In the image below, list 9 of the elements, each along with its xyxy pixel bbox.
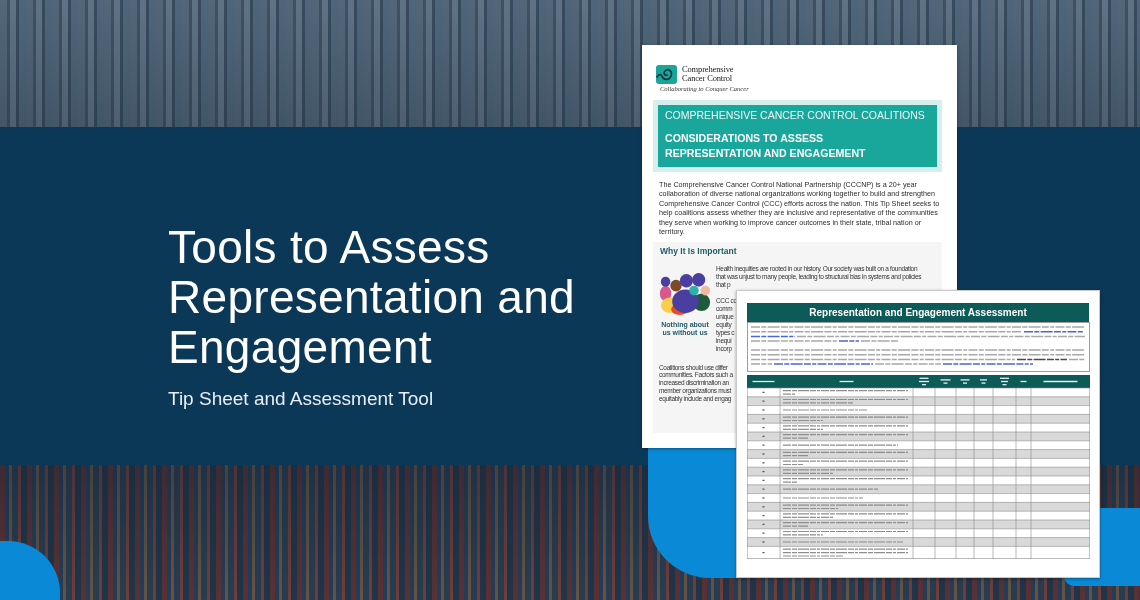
logo-icon (656, 65, 677, 84)
document-kicker: COMPREHENSIVE CANCER CONTROL COALITIONS (665, 109, 925, 121)
banner-title: Tools to Assess Representation and Engagement (168, 222, 576, 372)
document-title: CONSIDERATIONS TO ASSESS REPRESENTATION AND ENGAGEMENT (665, 131, 867, 161)
section-heading: Why It Is Important (660, 246, 737, 257)
logo-text: Comprehensive Cancer Control (682, 65, 735, 83)
people-drawing (658, 270, 711, 316)
assessment-title: Representation and Engagement Assessment (747, 303, 1089, 323)
banner-subtitle: Tip Sheet and Assessment Tool (168, 387, 434, 410)
